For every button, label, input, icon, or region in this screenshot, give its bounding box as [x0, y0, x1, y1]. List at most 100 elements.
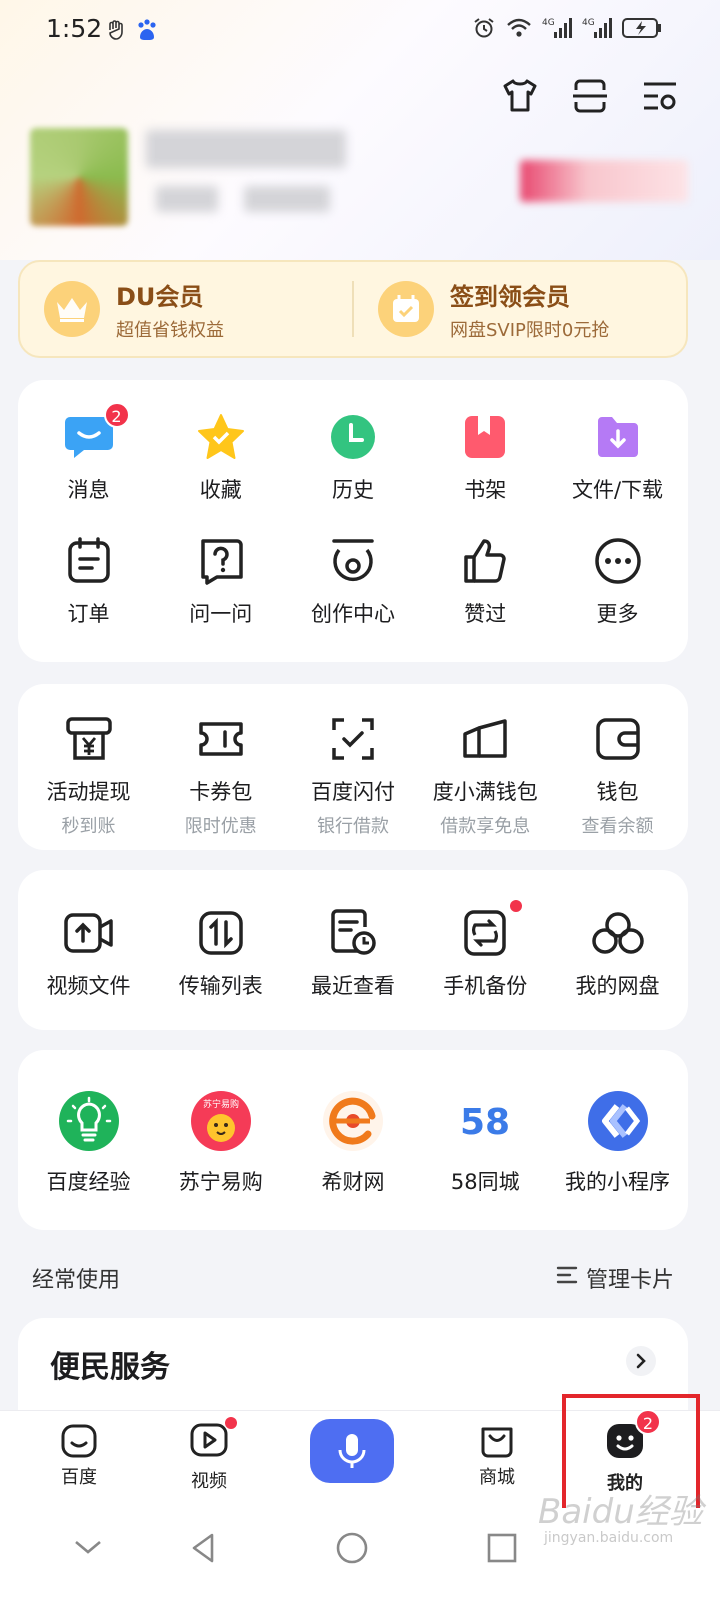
- quick-access-card: 2 消息 收藏 历史 书架 文件/下载 订单 问一问 创作中心 赞过 更多: [18, 380, 688, 662]
- app-item-xicai[interactable]: 希财网: [289, 1090, 418, 1196]
- grid-sublabel: 查看余额: [581, 816, 654, 837]
- baidu-home-icon: [61, 1424, 97, 1458]
- status-bar: 1:52 4G 4G: [0, 0, 720, 62]
- grid-label: 百度闪付: [311, 780, 395, 804]
- back-triangle-icon[interactable]: [186, 1530, 226, 1570]
- grid-label: 消息: [67, 478, 110, 502]
- battery-icon: [622, 17, 662, 43]
- video-play-icon: [190, 1423, 228, 1457]
- scan-check-icon: [326, 712, 380, 766]
- du-member-entry[interactable]: DU会员 超值省钱权益: [20, 277, 352, 342]
- grid-label: 赞过: [464, 602, 507, 626]
- phone-backup-icon: [458, 900, 523, 960]
- finance-item-coupons[interactable]: 卡券包 限时优惠: [156, 712, 285, 838]
- finance-item-withdraw[interactable]: 活动提现 秒到账: [24, 712, 153, 838]
- skin-shirt-icon[interactable]: [500, 76, 540, 116]
- finance-card: 活动提现 秒到账 卡券包 限时优惠 百度闪付 银行借款 度小满钱包 借款享免息: [18, 684, 688, 850]
- checkin-member-entry[interactable]: 签到领会员 网盘SVIP限时0元抢: [354, 277, 686, 342]
- xicai-logo-icon: [322, 1090, 384, 1152]
- grid-item-liked[interactable]: 赞过: [421, 534, 550, 628]
- grid-label: 最近查看: [311, 974, 395, 998]
- grid-item-messages[interactable]: 2 消息: [24, 402, 153, 504]
- more-icon: [591, 534, 645, 588]
- grid-item-files-downloads[interactable]: 文件/下载: [553, 410, 682, 504]
- wallet-icon: [591, 712, 645, 766]
- collapse-chevron-icon[interactable]: [70, 1530, 110, 1570]
- app-item-baidu-jingyan[interactable]: 百度经验: [24, 1090, 153, 1196]
- netdisk-card: 视频文件 传输列表 最近查看 手机备份 我的网盘: [18, 870, 688, 1030]
- thumbs-up-icon: [458, 534, 512, 588]
- grid-label: 文件/下载: [571, 478, 664, 502]
- grid-label: 卡券包: [189, 780, 253, 804]
- nav-mall[interactable]: 商城: [452, 1421, 542, 1489]
- username-blurred: [146, 130, 346, 168]
- grid-item-more[interactable]: 更多: [553, 534, 682, 628]
- order-icon: [62, 534, 116, 588]
- grid-item-bookshelf[interactable]: 书架: [421, 410, 550, 504]
- nav-video-label: 视频: [191, 1471, 227, 1492]
- signal-4g-icon: 4G: [542, 16, 572, 44]
- svg-text:4G: 4G: [582, 18, 595, 28]
- scan-icon[interactable]: [570, 76, 610, 116]
- grid-label: 钱包: [596, 780, 639, 804]
- app-item-58[interactable]: 58 58同城: [421, 1090, 550, 1196]
- chevron-right-icon[interactable]: [626, 1346, 656, 1376]
- hand-notification-icon: [104, 18, 128, 46]
- netdisk-item-video-files[interactable]: 视频文件: [24, 906, 153, 1000]
- netdisk-item-my-netdisk[interactable]: 我的网盘: [553, 906, 682, 1000]
- grid-label: 度小满钱包: [432, 780, 538, 804]
- manage-cards-button[interactable]: 管理卡片: [556, 1262, 674, 1294]
- mini-apps-card: 百度经验 苏宁易购 苏宁易购 希财网 58 58同城 我的小程序: [18, 1050, 688, 1230]
- netdisk-item-phone-backup[interactable]: 手机备份: [421, 900, 550, 1000]
- grid-sublabel: 限时优惠: [184, 816, 257, 837]
- finance-item-wallet[interactable]: 钱包 查看余额: [553, 712, 682, 838]
- netdisk-item-transfer-list[interactable]: 传输列表: [156, 906, 285, 1000]
- recent-doc-icon: [326, 906, 380, 960]
- 58-logo-icon: 58: [454, 1090, 516, 1152]
- grid-label: 创作中心: [311, 602, 395, 626]
- grid-item-orders[interactable]: 订单: [24, 534, 153, 628]
- grid-label: 我的网盘: [575, 974, 660, 998]
- video-red-dot: [225, 1417, 237, 1429]
- grid-label: 58同城: [450, 1170, 520, 1194]
- app-item-my-mini-programs[interactable]: 我的小程序: [553, 1090, 682, 1196]
- nav-video[interactable]: 视频: [164, 1417, 254, 1493]
- mini-program-logo-icon: [587, 1090, 649, 1152]
- netdisk-item-recent[interactable]: 最近查看: [289, 906, 418, 1000]
- settings-icon[interactable]: [640, 76, 680, 116]
- cloud-circles-icon: [591, 906, 645, 960]
- book-icon: [458, 410, 512, 464]
- voice-search-button[interactable]: [310, 1419, 394, 1483]
- home-circle-icon[interactable]: [334, 1530, 374, 1570]
- nav-mall-label: 商城: [479, 1467, 515, 1488]
- recents-square-icon[interactable]: [484, 1530, 524, 1570]
- watermark-text: Baidu经验: [538, 1492, 703, 1532]
- calendar-check-icon: [378, 281, 434, 337]
- question-icon: [194, 534, 248, 588]
- grid-label: 手机备份: [443, 974, 528, 998]
- app-item-suning[interactable]: 苏宁易购 苏宁易购: [156, 1090, 285, 1196]
- grid-item-history[interactable]: 历史: [289, 410, 418, 504]
- finance-item-quickpay[interactable]: 百度闪付 银行借款: [289, 712, 418, 838]
- signal-4g-icon-2: 4G: [582, 16, 612, 44]
- grid-item-ask[interactable]: 问一问: [156, 534, 285, 628]
- grid-label: 活动提现: [46, 780, 131, 804]
- watermark-url: jingyan.baidu.com: [544, 1530, 674, 1546]
- message-badge: 2: [103, 402, 130, 428]
- service-title: 便民服务: [50, 1350, 170, 1385]
- grid-label: 传输列表: [178, 974, 263, 998]
- avatar[interactable]: [30, 128, 128, 226]
- grid-label: 书架: [464, 478, 507, 502]
- level-badge-blurred[interactable]: [520, 160, 688, 202]
- alarm-icon: [472, 16, 496, 44]
- checkin-subtitle: 网盘SVIP限时0元抢: [450, 319, 610, 341]
- member-card: DU会员 超值省钱权益 签到领会员 网盘SVIP限时0元抢: [18, 260, 688, 358]
- finance-item-duxiaoman-wallet[interactable]: 度小满钱包 借款享免息: [421, 712, 550, 838]
- grid-item-favorites[interactable]: 收藏: [156, 410, 285, 504]
- grid-item-creator-center[interactable]: 创作中心: [289, 534, 418, 628]
- grid-sublabel: 借款享免息: [440, 816, 531, 837]
- grid-label: 更多: [596, 602, 639, 626]
- nav-home[interactable]: 百度: [34, 1421, 124, 1489]
- microphone-icon: [338, 1434, 366, 1468]
- grid-label: 视频文件: [46, 974, 131, 998]
